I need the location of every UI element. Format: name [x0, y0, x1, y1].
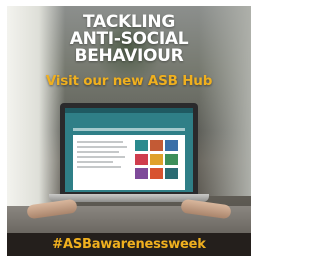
- screen-text-block: [77, 141, 127, 171]
- hashtag-bar: #ASBawarenessweek: [7, 233, 251, 256]
- screen-content-panel: [73, 135, 185, 190]
- headline: TACKLING ANTI-SOCIAL BEHAVIOUR: [7, 14, 251, 65]
- screen-heading-bar: [73, 128, 185, 131]
- screen-tile: [165, 168, 178, 179]
- laptop-screen: [65, 108, 193, 192]
- screen-tile: [135, 168, 148, 179]
- screen-tile: [165, 154, 178, 165]
- screen-tile: [135, 154, 148, 165]
- hashtag-text: #ASBawarenessweek: [52, 237, 206, 252]
- poster-photo: TACKLING ANTI-SOCIAL BEHAVIOUR Visit our…: [7, 6, 251, 256]
- screen-top-bar: [65, 108, 193, 113]
- screen-tile: [135, 140, 148, 151]
- screen-tile: [165, 140, 178, 151]
- laptop: [60, 103, 198, 195]
- screen-tile: [150, 154, 163, 165]
- poster-frame: TACKLING ANTI-SOCIAL BEHAVIOUR Visit our…: [0, 0, 258, 262]
- subheading: Visit our new ASB Hub: [45, 73, 213, 89]
- headline-line-3: BEHAVIOUR: [74, 46, 184, 66]
- screen-tile: [150, 168, 163, 179]
- screen-tile: [150, 140, 163, 151]
